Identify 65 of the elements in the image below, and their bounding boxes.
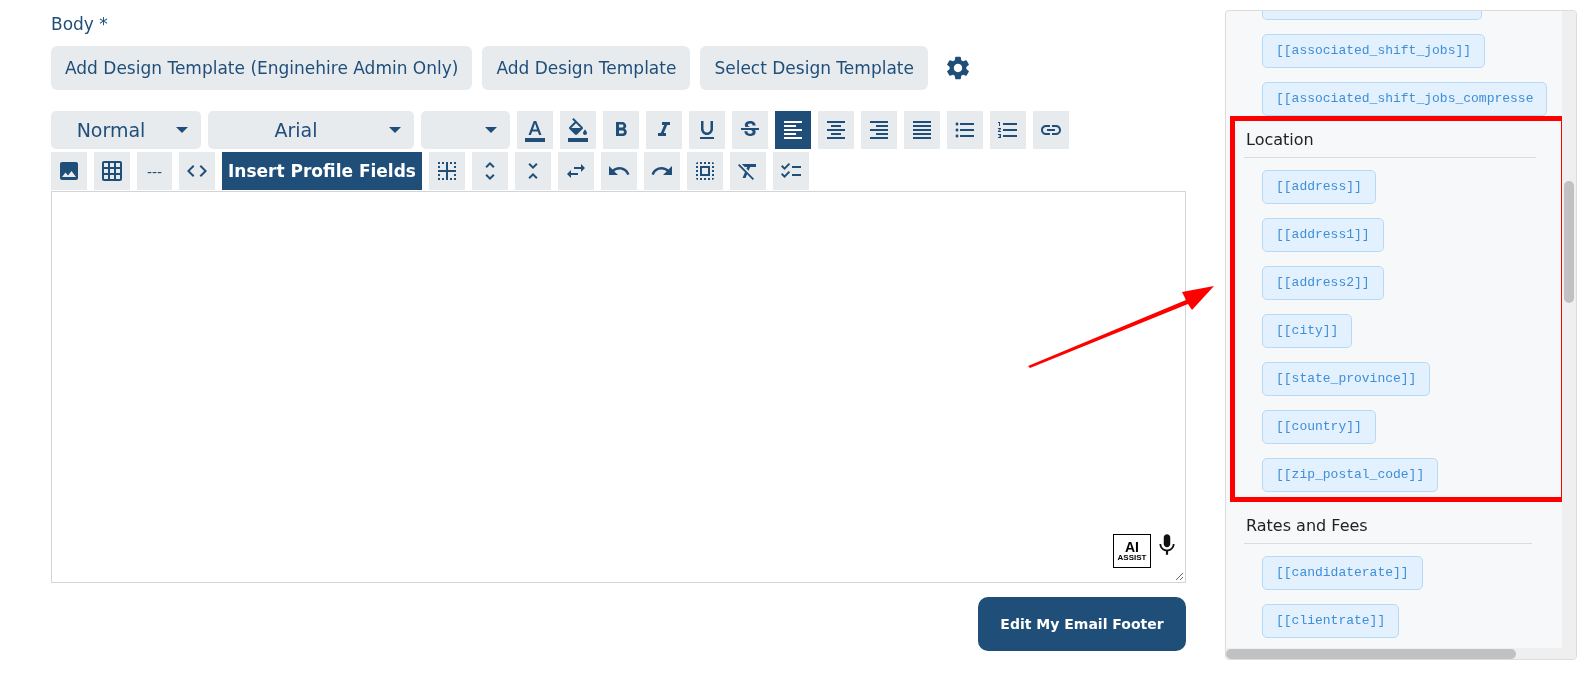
align-left-icon — [781, 118, 805, 142]
table-grid-button[interactable] — [94, 152, 130, 190]
caret-icon — [485, 127, 497, 133]
collapse-vertical-button[interactable] — [515, 152, 551, 190]
fill-bucket-button[interactable] — [560, 111, 596, 149]
fill-bucket-icon — [566, 118, 590, 142]
section-title: Location — [1244, 116, 1536, 158]
resize-grip-icon[interactable] — [1174, 571, 1184, 581]
align-right-icon — [867, 118, 891, 142]
align-center-button[interactable] — [818, 111, 854, 149]
link-button[interactable] — [1033, 111, 1069, 149]
dotted-frame-icon — [693, 159, 717, 183]
image-icon — [57, 159, 81, 183]
template-button[interactable]: Select Design Template — [700, 46, 928, 90]
field-chip[interactable]: [[associated_shift_jobs_compresse — [1262, 82, 1548, 116]
body-label: Body * — [51, 14, 109, 36]
section-title: Rates and Fees — [1244, 502, 1532, 544]
footer-button[interactable]: Edit My Email Footer — [978, 597, 1186, 651]
clear-format-button[interactable] — [730, 152, 766, 190]
field-chip[interactable]: [[clientrate]] — [1262, 604, 1400, 638]
field-chip[interactable]: [[address]] — [1262, 170, 1376, 204]
strikethrough-button[interactable] — [732, 111, 768, 149]
dropdown[interactable]: Normal — [51, 111, 201, 149]
caret-icon — [389, 127, 401, 133]
horizontal-arrows-button[interactable] — [558, 152, 594, 190]
dropdown[interactable]: Arial — [208, 111, 414, 149]
field-chip[interactable]: [[state_province]] — [1262, 362, 1431, 396]
expand-vertical-button[interactable] — [472, 152, 508, 190]
dotted-frame-button[interactable] — [687, 152, 723, 190]
field-chip[interactable]: [[address2]] — [1262, 266, 1384, 300]
caret-icon — [176, 127, 188, 133]
align-justify-button[interactable] — [904, 111, 940, 149]
text-color-icon — [523, 118, 547, 142]
italic-button[interactable] — [646, 111, 682, 149]
field-chip[interactable]: [[address1]] — [1262, 218, 1384, 252]
checklist-button[interactable] — [773, 152, 809, 190]
horizontal-rule-button[interactable]: --- — [137, 152, 172, 190]
align-right-button[interactable] — [861, 111, 897, 149]
align-justify-icon — [910, 118, 934, 142]
template-button[interactable]: Add Design Template — [482, 46, 691, 90]
field-chip[interactable]: [[city]] — [1262, 314, 1353, 348]
dotted-square-button[interactable] — [429, 152, 465, 190]
insert-fields-button[interactable]: Insert Profile Fields — [222, 152, 422, 190]
redo-button[interactable] — [644, 152, 680, 190]
align-left-button[interactable] — [775, 111, 811, 149]
field-chip[interactable]: [[country]] — [1262, 410, 1376, 444]
undo-button[interactable] — [601, 152, 637, 190]
ai-assist-button[interactable]: AI ASSIST — [1113, 534, 1151, 568]
numbered-list-button[interactable] — [990, 111, 1026, 149]
code-button[interactable] — [179, 152, 215, 190]
table-grid-icon — [100, 159, 124, 183]
field-chip[interactable]: [[zip_postal_code]] — [1262, 458, 1439, 492]
image-button[interactable] — [51, 152, 87, 190]
vertical-scrollbar[interactable] — [1562, 11, 1576, 659]
underline-button[interactable] — [689, 111, 725, 149]
field-chip[interactable]: [[candidaterate]] — [1262, 556, 1423, 590]
template-button[interactable]: Add Design Template (Enginehire Admin Only) — [51, 46, 473, 90]
field-chip[interactable] — [1262, 11, 1482, 20]
editor-area[interactable]: AI ASSIST — [51, 191, 1186, 583]
field-chip[interactable]: [[associated_shift_jobs]] — [1262, 34, 1486, 68]
horizontal-scrollbar[interactable] — [1226, 648, 1562, 659]
bulleted-list-button[interactable] — [947, 111, 983, 149]
align-center-icon — [824, 118, 848, 142]
text-color-button[interactable] — [517, 111, 553, 149]
bold-button[interactable] — [603, 111, 639, 149]
